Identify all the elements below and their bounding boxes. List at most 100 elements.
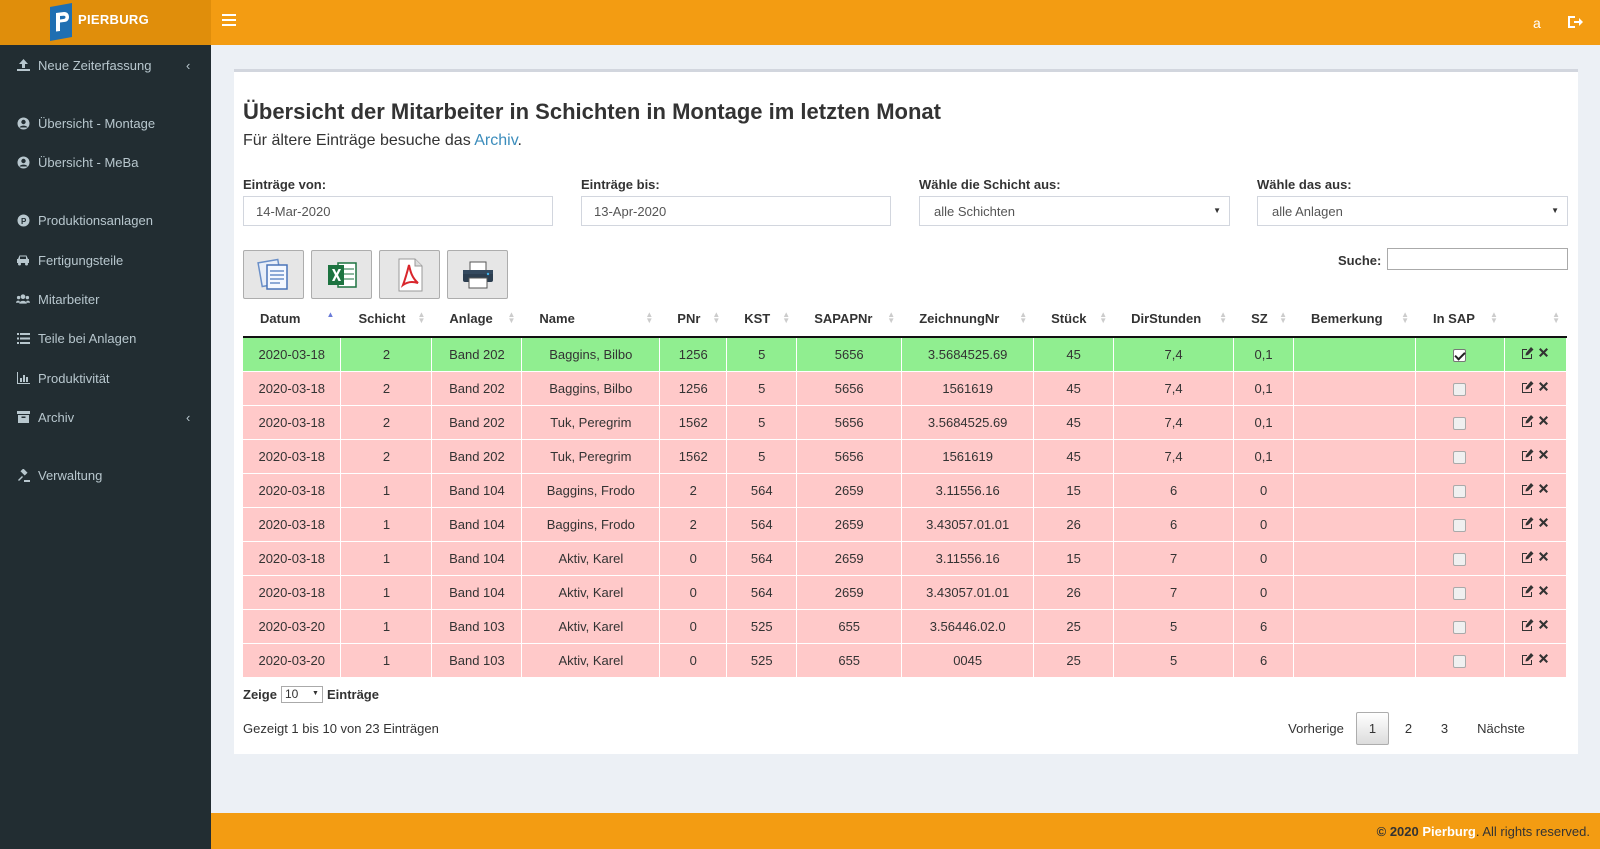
cell-name: Baggins, Frodo	[521, 473, 661, 508]
delete-icon[interactable]	[1538, 449, 1549, 460]
cell-schicht: 1	[340, 507, 433, 542]
in-sap-checkbox[interactable]	[1453, 518, 1467, 532]
edit-icon[interactable]	[1521, 380, 1534, 393]
column-header-dirstunden[interactable]: DirStunden ▲ ▼	[1113, 300, 1235, 338]
sidebar-item-neue-zeiterfassung[interactable]: Neue Zeiterfassung ‹	[0, 48, 211, 82]
brand-logo[interactable]: PIERBURG	[0, 0, 211, 45]
print-icon	[462, 261, 493, 288]
pagination-previous[interactable]: Vorherige	[1281, 712, 1351, 745]
sort-icon: ▲ ▼	[887, 310, 896, 325]
column-header-bemerkung[interactable]: Bemerkung ▲ ▼	[1293, 300, 1416, 338]
date-from-input[interactable]: 14-Mar-2020	[243, 196, 553, 226]
chevron-left-icon: ‹	[186, 57, 191, 73]
edit-icon[interactable]	[1521, 516, 1534, 529]
excel-export-button[interactable]	[311, 250, 372, 299]
date-from-label: Einträge von:	[243, 177, 327, 192]
pagination-page-2[interactable]: 2	[1392, 712, 1425, 745]
delete-icon[interactable]	[1538, 585, 1549, 596]
in-sap-checkbox[interactable]	[1453, 348, 1467, 362]
cell-datum: 2020-03-18	[243, 371, 342, 406]
hamburger-icon[interactable]	[222, 14, 236, 30]
cell-schicht: 1	[340, 541, 433, 576]
sidebar-item-archiv[interactable]: Archiv ‹	[0, 400, 211, 434]
column-header-anlage[interactable]: Anlage ▲ ▼	[431, 300, 523, 338]
in-sap-checkbox[interactable]	[1453, 450, 1467, 464]
in-sap-checkbox[interactable]	[1453, 382, 1467, 396]
edit-icon[interactable]	[1521, 414, 1534, 427]
sign-out-icon[interactable]	[1566, 13, 1584, 31]
pdf-export-button[interactable]	[379, 250, 440, 299]
date-to-input[interactable]: 13-Apr-2020	[581, 196, 891, 226]
pagination-next[interactable]: Nächste	[1469, 712, 1533, 745]
sidebar-item-produktivitaet[interactable]: Produktivität	[0, 361, 211, 395]
edit-icon[interactable]	[1521, 584, 1534, 597]
page-length-select[interactable]: 10 ▼	[280, 686, 323, 703]
sort-icon: ▲ ▼	[1401, 310, 1409, 325]
column-header-stueck[interactable]: Stück ▲ ▼	[1033, 300, 1115, 338]
column-header-kst[interactable]: KST ▲ ▼	[726, 300, 798, 338]
footer-brand-link[interactable]: Pierburg	[1422, 824, 1475, 839]
delete-icon[interactable]	[1538, 551, 1549, 562]
column-header-sz[interactable]: SZ ▲ ▼	[1233, 300, 1295, 338]
cell-anlage: Band 202	[431, 371, 523, 406]
copy-button[interactable]	[243, 250, 304, 299]
cell-kst: 5	[726, 405, 798, 440]
column-header-name[interactable]: Name ▲ ▼	[521, 300, 661, 338]
in-sap-checkbox[interactable]	[1453, 484, 1467, 498]
column-header-sapapnr[interactable]: SAPAPNr ▲ ▼	[796, 300, 903, 338]
column-header-actions[interactable]: ▲ ▼	[1504, 300, 1568, 338]
in-sap-checkbox[interactable]	[1453, 586, 1467, 600]
search-input[interactable]	[1387, 248, 1568, 270]
plant-select[interactable]: alle Anlagen ▼	[1257, 196, 1568, 226]
cell-name: Tuk, Peregrim	[521, 405, 661, 440]
edit-icon[interactable]	[1521, 652, 1534, 665]
print-button[interactable]	[447, 250, 508, 299]
in-sap-checkbox[interactable]	[1453, 552, 1467, 566]
delete-icon[interactable]	[1538, 483, 1549, 494]
column-header-in-sap[interactable]: In SAP ▲ ▼	[1415, 300, 1505, 338]
delete-icon[interactable]	[1538, 415, 1549, 426]
in-sap-checkbox[interactable]	[1453, 654, 1467, 668]
sidebar-item-verwaltung[interactable]: Verwaltung	[0, 458, 211, 492]
column-header-zeichnungnr[interactable]: ZeichnungNr ▲ ▼	[901, 300, 1035, 338]
delete-icon[interactable]	[1538, 381, 1549, 392]
cell-anlage: Band 202	[431, 439, 523, 474]
cell-anlage: Band 202	[431, 405, 523, 440]
delete-icon[interactable]	[1538, 653, 1549, 664]
cell-actions	[1504, 371, 1568, 406]
column-header-datum[interactable]: Datum ▲	[243, 300, 342, 338]
sort-icon: ▲ ▼	[1279, 310, 1288, 325]
sidebar-item-mitarbeiter[interactable]: Mitarbeiter	[0, 282, 211, 316]
list-icon	[16, 331, 30, 345]
delete-icon[interactable]	[1538, 347, 1549, 358]
edit-icon[interactable]	[1521, 482, 1534, 495]
cell-sapapnr: 5656	[796, 371, 903, 406]
delete-icon[interactable]	[1538, 619, 1549, 630]
cell-stueck: 45	[1033, 371, 1115, 406]
cell-actions	[1504, 643, 1568, 678]
in-sap-checkbox[interactable]	[1453, 416, 1467, 430]
cell-in-sap	[1415, 473, 1505, 508]
archive-link[interactable]: Archiv	[474, 132, 517, 149]
sidebar-item-label: Übersicht - MeBa	[38, 154, 139, 170]
edit-icon[interactable]	[1521, 448, 1534, 461]
pagination-page-3[interactable]: 3	[1428, 712, 1461, 745]
edit-icon[interactable]	[1521, 346, 1534, 359]
cell-actions	[1504, 337, 1568, 372]
sidebar-item-uebersicht-meba[interactable]: Übersicht - MeBa	[0, 145, 211, 179]
sidebar-item-teile-bei-anlagen[interactable]: Teile bei Anlagen	[0, 321, 211, 355]
sidebar-item-fertigungsteile[interactable]: Fertigungsteile	[0, 243, 211, 277]
edit-icon[interactable]	[1521, 550, 1534, 563]
cell-name: Baggins, Bilbo	[521, 371, 661, 406]
column-header-pnr[interactable]: PNr ▲ ▼	[659, 300, 728, 338]
edit-icon[interactable]	[1521, 618, 1534, 631]
sidebar-item-produktionsanlagen[interactable]: P Produktionsanlagen	[0, 203, 211, 237]
column-header-schicht[interactable]: Schicht ▲ ▼	[340, 300, 433, 338]
cell-stueck: 45	[1033, 439, 1115, 474]
in-sap-checkbox[interactable]	[1453, 620, 1467, 634]
delete-icon[interactable]	[1538, 517, 1549, 528]
shift-select[interactable]: alle Schichten ▼	[919, 196, 1230, 226]
pagination-page-1[interactable]: 1	[1356, 712, 1389, 745]
sidebar-item-uebersicht-montage[interactable]: Übersicht - Montage	[0, 106, 211, 140]
user-name[interactable]: a	[1533, 15, 1541, 31]
